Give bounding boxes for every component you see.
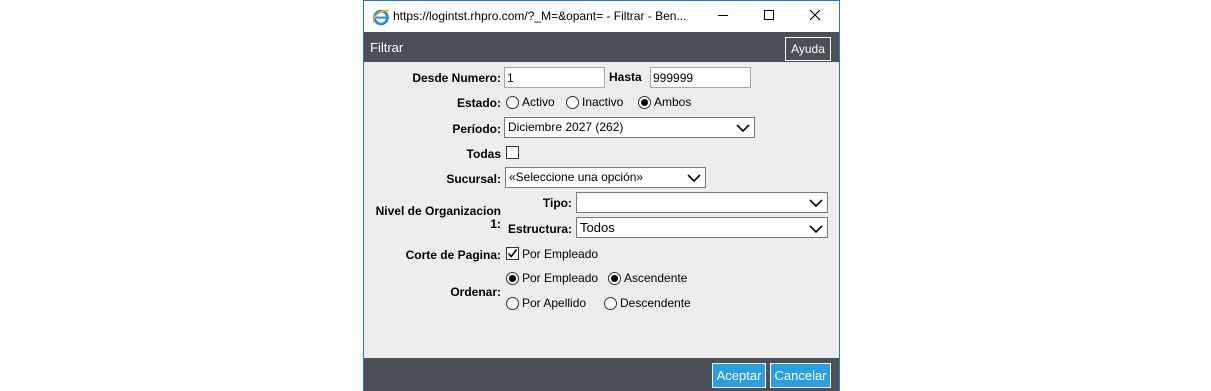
- ordenar-por-apellido-label: Por Apellido: [522, 296, 587, 310]
- todas-checkbox[interactable]: [506, 146, 519, 159]
- estado-ambos-label: Ambos: [654, 95, 692, 109]
- sucursal-label: Sucursal:: [446, 172, 501, 186]
- nivel-organizacion-label: Nivel de Organizacion: [375, 204, 501, 218]
- accept-button[interactable]: Aceptar: [712, 363, 766, 388]
- popup-window: https://logintst.rhpro.com/?_M=&opant= -…: [363, 0, 840, 391]
- corte-pagina-label: Corte de Pagina:: [405, 248, 501, 262]
- ordenar-ascendente-radio[interactable]: [608, 272, 621, 285]
- nivel-organizacion-number: 1:: [490, 217, 501, 231]
- ordenar-por-empleado-radio[interactable]: [506, 272, 519, 285]
- maximize-icon: [763, 9, 775, 24]
- chevron-down-icon: [687, 172, 701, 186]
- estructura-label: Estructura:: [507, 222, 572, 236]
- dialog-title: Filtrar: [370, 40, 404, 55]
- ordenar-por-empleado-label: Por Empleado: [522, 271, 599, 285]
- ordenar-descendente-radio[interactable]: [604, 297, 617, 310]
- chevron-down-icon: [809, 197, 823, 211]
- help-button[interactable]: Ayuda: [785, 37, 831, 61]
- desde-numero-label: Desde Numero:: [412, 71, 501, 85]
- ordenar-ascendente-label: Ascendente: [624, 271, 688, 285]
- desde-numero-input[interactable]: [504, 67, 605, 88]
- estructura-select[interactable]: Todos: [576, 217, 828, 238]
- estado-inactivo-radio[interactable]: [566, 96, 579, 109]
- dialog-footer: Aceptar Cancelar: [364, 358, 839, 391]
- tipo-label: Tipo:: [542, 196, 572, 210]
- chevron-down-icon: [809, 222, 823, 237]
- periodo-value: Diciembre 2027 (262): [508, 120, 624, 134]
- estructura-value: Todos: [580, 220, 615, 235]
- checkmark-icon: [507, 249, 518, 258]
- estado-inactivo-label: Inactivo: [582, 95, 624, 109]
- dialog-header: Filtrar Ayuda: [364, 32, 839, 62]
- maximize-button[interactable]: [746, 1, 792, 32]
- todas-label: Todas: [466, 147, 501, 161]
- estado-activo-radio[interactable]: [506, 96, 519, 109]
- sucursal-value: «Seleccione una opción»: [509, 170, 644, 184]
- periodo-label: Período:: [452, 122, 501, 136]
- estado-label: Estado:: [456, 96, 501, 110]
- minimize-icon: [717, 9, 729, 24]
- corte-pagina-checkbox[interactable]: [506, 247, 519, 260]
- chevron-down-icon: [736, 122, 750, 136]
- periodo-select[interactable]: Diciembre 2027 (262): [504, 117, 755, 138]
- close-window-button[interactable]: [792, 1, 838, 32]
- ordenar-label: Ordenar:: [450, 285, 501, 299]
- cancel-button[interactable]: Cancelar: [770, 363, 831, 388]
- tipo-select[interactable]: [576, 192, 828, 213]
- hasta-input[interactable]: [650, 67, 751, 88]
- window-titlebar[interactable]: https://logintst.rhpro.com/?_M=&opant= -…: [364, 1, 839, 32]
- hasta-label: Hasta: [609, 70, 642, 84]
- estado-ambos-radio[interactable]: [638, 96, 651, 109]
- estado-activo-label: Activo: [522, 95, 555, 109]
- close-icon: [809, 9, 821, 24]
- ordenar-por-apellido-radio[interactable]: [506, 297, 519, 310]
- minimize-button[interactable]: [700, 1, 746, 32]
- corte-pagina-option-label: Por Empleado: [522, 247, 599, 261]
- sucursal-select[interactable]: «Seleccione una opción»: [505, 167, 706, 188]
- window-title: https://logintst.rhpro.com/?_M=&opant= -…: [393, 9, 687, 23]
- ordenar-descendente-label: Descendente: [620, 296, 691, 310]
- internet-explorer-icon: [372, 8, 390, 26]
